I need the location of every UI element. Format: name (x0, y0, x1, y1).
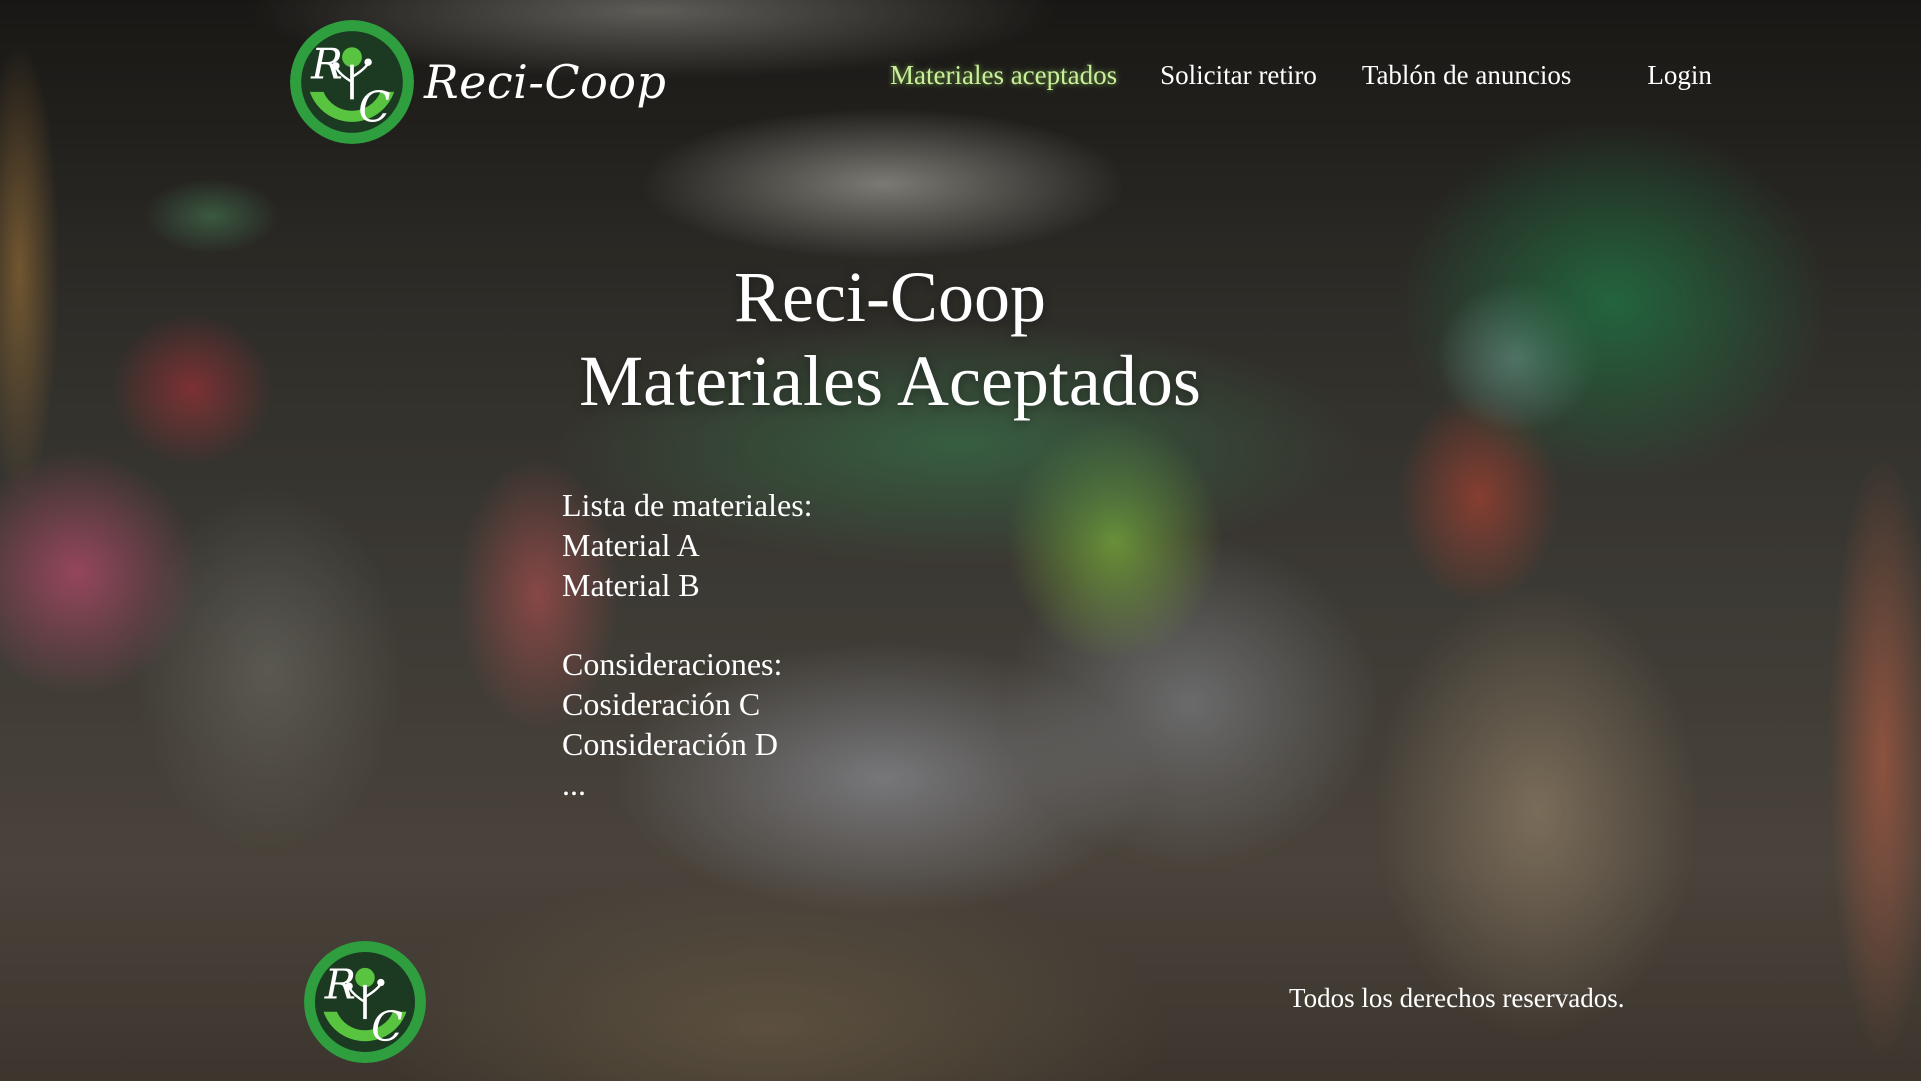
background-image (0, 0, 1921, 1081)
brand-name: Reci-Coop (424, 55, 667, 109)
considerations-heading: Consideraciones: (562, 646, 783, 682)
nav-item-solicitar-retiro[interactable]: Solicitar retiro (1160, 60, 1317, 91)
nav-item-tablon-de-anuncios[interactable]: Tablón de anuncios (1362, 60, 1572, 91)
content-block: Lista de materiales: Material A Material… (562, 485, 813, 804)
nav-item-materiales-aceptados[interactable]: Materiales aceptados (890, 60, 1117, 91)
recycle-tree-icon: R C (290, 20, 414, 144)
footer-logo-icon: R C (304, 941, 426, 1063)
list-item: Cosideración C (562, 686, 761, 722)
brand-logo-link[interactable]: R C Reci-Coop (290, 20, 666, 144)
svg-text:R: R (324, 959, 356, 1008)
list-item: Consideración D (562, 726, 778, 762)
login-link[interactable]: Login (1647, 60, 1712, 91)
materials-heading: Lista de materiales: (562, 487, 813, 523)
svg-text:C: C (358, 83, 390, 132)
footer-copyright: Todos los derechos reservados. (1289, 983, 1625, 1013)
svg-text:R: R (310, 39, 343, 88)
page-title-section: Materiales Aceptados (579, 341, 1201, 421)
page-title-brand: Reci-Coop (734, 257, 1046, 337)
more-ellipsis: ... (562, 766, 586, 802)
list-item: Material A (562, 527, 700, 563)
svg-text:C: C (371, 1002, 403, 1051)
main-nav: Materiales aceptados Solicitar retiro Ta… (890, 60, 1712, 91)
page-title: Reci-Coop Materiales Aceptados (0, 255, 1780, 423)
list-item: Material B (562, 567, 700, 603)
